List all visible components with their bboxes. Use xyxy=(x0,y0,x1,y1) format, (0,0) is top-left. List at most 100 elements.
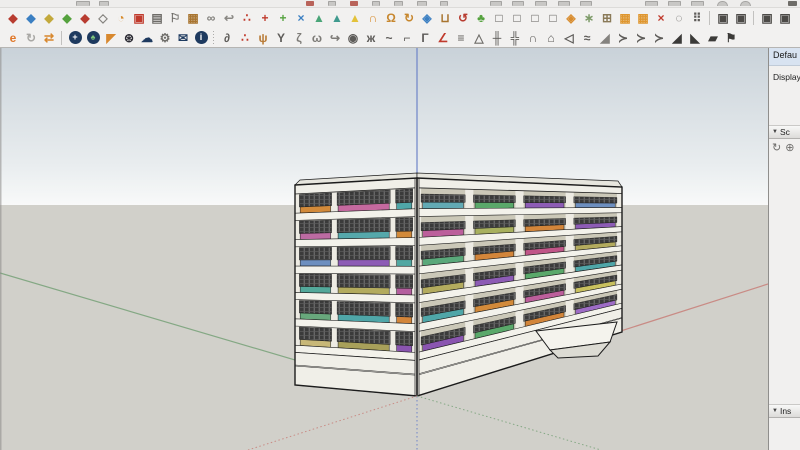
drop-green-icon[interactable]: ▲ xyxy=(310,9,328,26)
compass-icon[interactable]: ◈ xyxy=(418,9,436,26)
cube-rotate-icon[interactable]: □ xyxy=(508,9,526,26)
red-path-icon[interactable]: ∴ xyxy=(238,9,256,26)
sync-icon[interactable]: ↻ xyxy=(22,29,40,46)
wire-box-icon[interactable]: ⊞ xyxy=(598,9,616,26)
horseshoe-icon[interactable]: Ω xyxy=(382,9,400,26)
layer-red-icon[interactable]: ◆ xyxy=(4,9,22,26)
enscape-icon[interactable]: e xyxy=(4,29,22,46)
clipped-icon xyxy=(580,1,592,6)
pig-icon[interactable]: ω xyxy=(308,29,326,46)
wood-block-icon[interactable]: ▦ xyxy=(184,9,202,26)
flag-icon[interactable]: ⚐ xyxy=(166,9,184,26)
swap-arrows-icon[interactable]: ⇄ xyxy=(40,29,58,46)
layer-white-icon[interactable]: ◇ xyxy=(94,9,112,26)
pacman-sphere-icon[interactable]: ◔ xyxy=(112,9,130,26)
viewport-canvas[interactable] xyxy=(0,48,768,450)
red-cross-icon[interactable]: + xyxy=(256,9,274,26)
hook-tool-icon[interactable]: ↩ xyxy=(220,9,238,26)
gears-icon[interactable]: ⚙ xyxy=(156,29,174,46)
layer-yellow-icon[interactable]: ◆ xyxy=(40,9,58,26)
glasses-icon[interactable]: ∞ xyxy=(202,9,220,26)
add-circle-icon[interactable]: + xyxy=(66,29,84,46)
grid-orange1-icon[interactable]: ▦ xyxy=(616,9,634,26)
default-tray-panel: Defau Display ▼ Sc ↻ ⊕ ▼ Ins xyxy=(768,48,800,450)
corner-a-icon[interactable]: ⌐ xyxy=(398,29,416,46)
grid-box-icon[interactable]: ▤ xyxy=(148,9,166,26)
claw-icon[interactable]: ψ xyxy=(254,29,272,46)
drop-teal-icon[interactable]: ▲ xyxy=(328,9,346,26)
plane-c-icon[interactable]: ≻ xyxy=(650,29,668,46)
y-split-icon[interactable]: Y xyxy=(272,29,290,46)
swirl-red-icon[interactable]: ↺ xyxy=(454,9,472,26)
info-circle-icon: i xyxy=(194,31,208,44)
fence-a-icon[interactable]: ╫ xyxy=(488,29,506,46)
layer-green-icon[interactable]: ◆ xyxy=(58,9,76,26)
plane-a-icon[interactable]: ≻ xyxy=(614,29,632,46)
red-panel-icon[interactable]: ▣ xyxy=(130,9,148,26)
arc-tool-icon[interactable]: ∩ xyxy=(364,9,382,26)
stamp-cube1-icon[interactable]: ▣ xyxy=(714,9,732,26)
dark-box-icon[interactable]: ▰ xyxy=(704,29,722,46)
spiral-icon[interactable]: ↻ xyxy=(400,9,418,26)
tree-circle-icon[interactable]: ♠ xyxy=(84,29,102,46)
orange-node-icon[interactable]: ◈ xyxy=(562,9,580,26)
loop-tool-icon[interactable]: ∂ xyxy=(218,29,236,46)
bucket-icon[interactable]: ⊔ xyxy=(436,9,454,26)
layer-red2-icon[interactable]: ◆ xyxy=(76,9,94,26)
cube-copy-icon[interactable]: □ xyxy=(526,9,544,26)
red-xx-icon[interactable]: × xyxy=(652,9,670,26)
blue-star-icon[interactable]: × xyxy=(292,9,310,26)
info-circle-icon[interactable]: i xyxy=(192,29,210,46)
envelope-icon[interactable]: ✉ xyxy=(174,29,192,46)
stack-icon[interactable]: ≡ xyxy=(452,29,470,46)
warning-icon[interactable]: ▲ xyxy=(346,9,364,26)
collapse-triangle-icon: ▼ xyxy=(772,129,778,135)
dark-flag-icon[interactable]: ⚑ xyxy=(722,29,740,46)
cube-array-icon[interactable]: □ xyxy=(544,9,562,26)
stamp-cube2-icon[interactable]: ▣ xyxy=(732,9,750,26)
add-scene-icon[interactable]: ⊕ xyxy=(785,141,794,154)
layers-icon[interactable]: ≈ xyxy=(578,29,596,46)
plant-icon[interactable]: ♣ xyxy=(472,9,490,26)
mesh-sphere-icon[interactable]: ⊛ xyxy=(120,29,138,46)
cluster-icon[interactable]: ∗ xyxy=(580,9,598,26)
collapse-triangle-icon: ▼ xyxy=(772,408,778,414)
instructor-panel-header[interactable]: ▼ Ins xyxy=(769,404,800,418)
grid-orange2-icon[interactable]: ▦ xyxy=(634,9,652,26)
rooster-icon[interactable]: ζ xyxy=(290,29,308,46)
toolbar-row-a: ◆ ◆ ◆ ◆ ◆ ◇ ◔ ▣ ▤ ⚐ ▦ ∞ ↩ ∴ + + × ▲ ▲ ▲ ∩ Ω ↻ ◈ ⊔ ↺ ♣ □ □ □ □ ◈ ∗ ⊞ ▦ ▦ × ◌ ⠿ ▣… xyxy=(0,8,800,27)
green-cross-icon[interactable]: + xyxy=(274,9,292,26)
dome-icon[interactable]: ∩ xyxy=(524,29,542,46)
tray-item-display[interactable]: Display xyxy=(769,66,800,82)
plane-b-icon[interactable]: ≻ xyxy=(632,29,650,46)
lasso-icon[interactable]: ◌ xyxy=(670,9,688,26)
fence-b-icon[interactable]: ╬ xyxy=(506,29,524,46)
layer-blue-icon[interactable]: ◆ xyxy=(22,9,40,26)
tray-title: Defau xyxy=(769,48,800,66)
ramp-icon[interactable]: ◢ xyxy=(596,29,614,46)
corner-b-icon[interactable]: Γ xyxy=(416,29,434,46)
update-scene-icon[interactable]: ↻ xyxy=(772,141,781,154)
clipped-icon xyxy=(740,1,751,6)
cloud-upload-icon[interactable]: ☁ xyxy=(138,29,156,46)
red-angle-icon[interactable]: ∠ xyxy=(434,29,452,46)
pattern-grid-icon[interactable]: ⠿ xyxy=(688,9,706,26)
beetle-icon[interactable]: ж xyxy=(362,29,380,46)
dark-ramp-icon[interactable]: ◢ xyxy=(668,29,686,46)
clipped-icon xyxy=(717,1,728,6)
cube-move-icon[interactable]: □ xyxy=(490,9,508,26)
speaker-icon[interactable]: ◁ xyxy=(560,29,578,46)
stamp-cube4-icon[interactable]: ▣ xyxy=(776,9,794,26)
viewport[interactable] xyxy=(0,48,768,450)
scenes-panel-header[interactable]: ▼ Sc xyxy=(769,125,800,139)
toolbar-separator xyxy=(706,10,714,26)
roof-material-icon[interactable]: ◤ xyxy=(102,29,120,46)
dark-wedge-icon[interactable]: ◣ xyxy=(686,29,704,46)
node-path-icon[interactable]: ∴ xyxy=(236,29,254,46)
hook2-icon[interactable]: ↪ xyxy=(326,29,344,46)
stamp-cube3-icon[interactable]: ▣ xyxy=(758,9,776,26)
eye-icon[interactable]: ◉ xyxy=(344,29,362,46)
house-icon[interactable]: ⌂ xyxy=(542,29,560,46)
wave-icon[interactable]: ~ xyxy=(380,29,398,46)
cone-icon[interactable]: △ xyxy=(470,29,488,46)
